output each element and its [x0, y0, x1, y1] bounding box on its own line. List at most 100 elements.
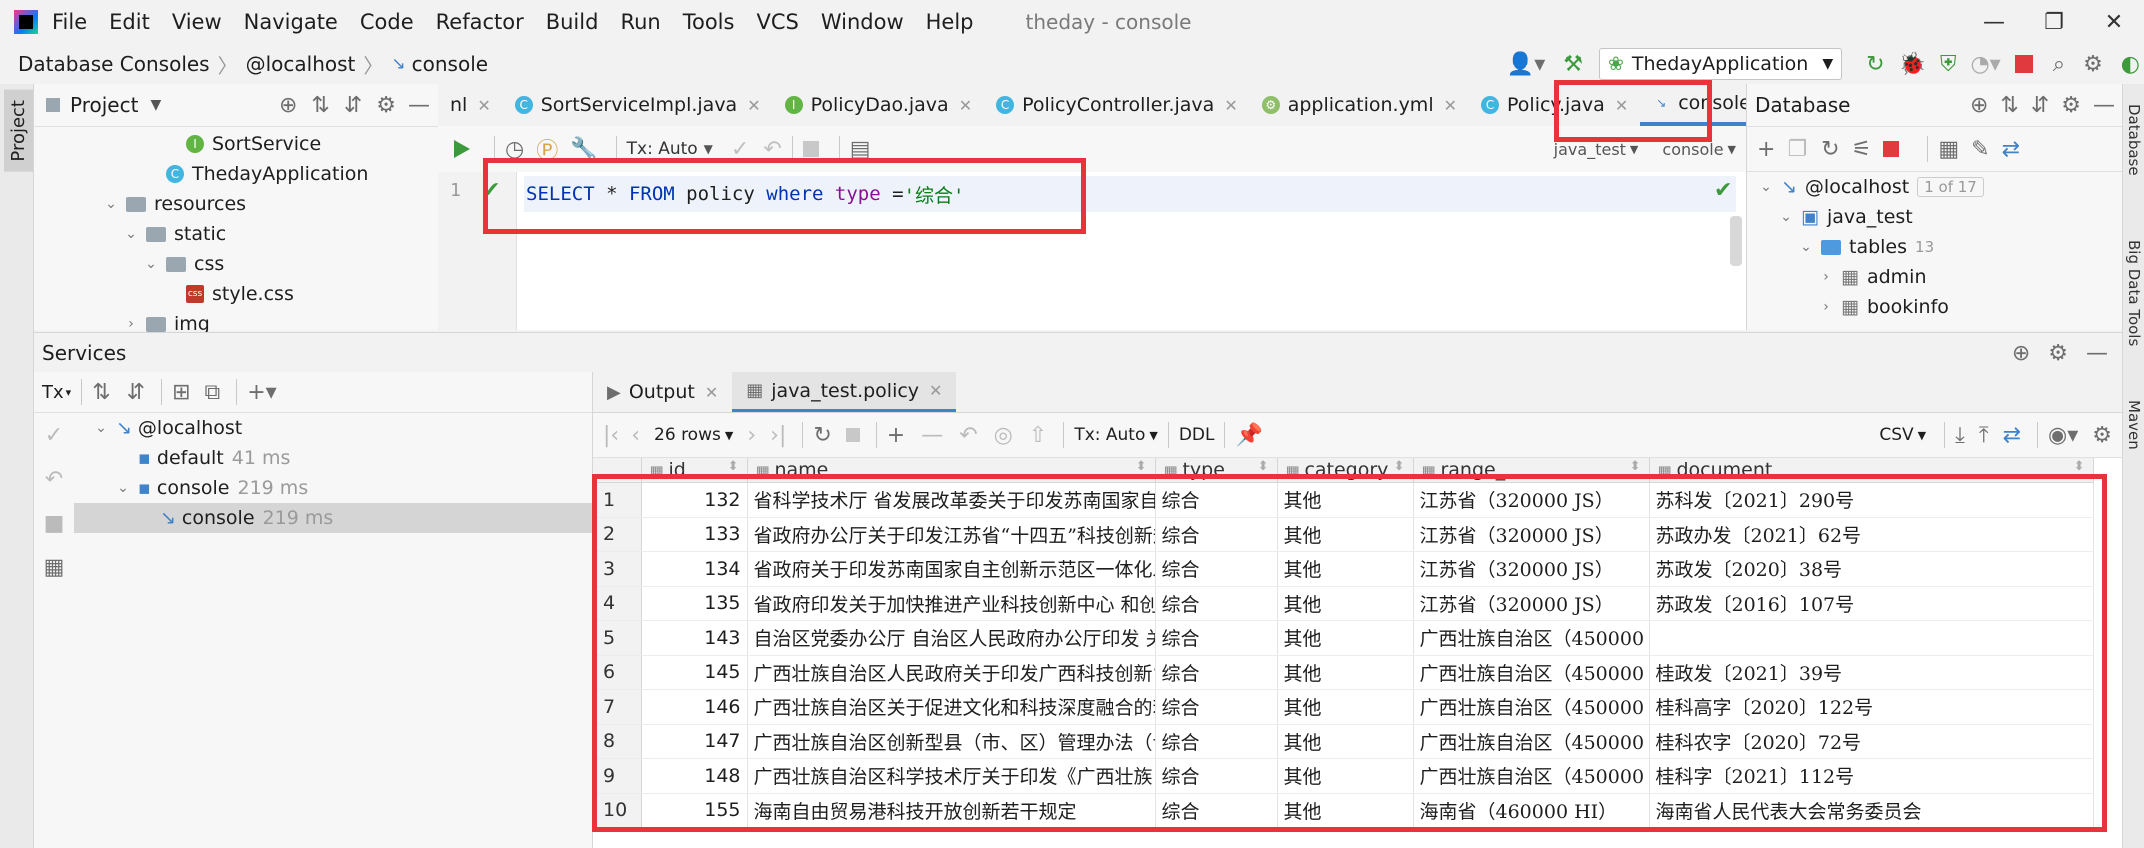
- table-cell[interactable]: 广西壮族自治区人民政府关于印发广西科技创新“十四五”规划的通: [747, 655, 1156, 690]
- table-cell[interactable]: 广西壮族自治区创新型县（市、区）管理办法（试行）: [747, 724, 1156, 759]
- close-tab-icon[interactable]: ✕: [477, 96, 490, 115]
- next-page-icon[interactable]: ›: [747, 423, 756, 448]
- table-cell[interactable]: 143: [641, 620, 748, 656]
- minimize-icon[interactable]: —: [1964, 10, 2024, 35]
- table-cell[interactable]: 江苏省（320000 JS）: [1413, 586, 1650, 621]
- rerun-icon[interactable]: ↻: [1866, 52, 1884, 77]
- table-cell[interactable]: 综合: [1155, 689, 1278, 725]
- table-cell[interactable]: 综合: [1155, 517, 1278, 552]
- maven-tool-tab[interactable]: Maven: [2125, 400, 2143, 450]
- project-tree-item[interactable]: css style.css: [34, 279, 438, 309]
- sort-icon[interactable]: ⬍: [1630, 459, 1641, 474]
- table-cell[interactable]: 其他: [1277, 586, 1414, 621]
- table-cell[interactable]: 综合: [1155, 586, 1278, 621]
- services-tree-item[interactable]: ⌄ ↘ @localhost: [74, 413, 592, 443]
- expand-arrow-icon[interactable]: ⌄: [122, 226, 140, 242]
- collapse-all-icon[interactable]: ⇵: [344, 93, 362, 118]
- table-cell[interactable]: 苏政发〔2016〕107号: [1649, 586, 2094, 621]
- table-cell[interactable]: 江苏省（320000 JS）: [1413, 551, 1650, 587]
- settings-gear-icon[interactable]: ⚙: [2083, 52, 2103, 77]
- sql-query-line[interactable]: SELECT * FROM policy where type = '综合': [524, 176, 1736, 212]
- compare-icon[interactable]: ⇄: [2003, 423, 2021, 448]
- table-cell[interactable]: 省政府印发关于加快推进产业科技创新中心 和创新型省份建设若干: [747, 586, 1156, 621]
- table-cell[interactable]: 广西壮族自治区（450000: [1413, 655, 1650, 690]
- table-cell[interactable]: 132: [641, 482, 748, 518]
- table-cell[interactable]: 145: [641, 655, 748, 690]
- table-row[interactable]: 10 155 海南自由贸易港科技开放创新若干规定 综合 其他 海南省（460000 HI）…: [593, 793, 2094, 828]
- big-data-tools-tab[interactable]: Big Data Tools: [2125, 240, 2143, 346]
- project-title[interactable]: Project: [70, 93, 138, 117]
- table-row[interactable]: 8147广西壮族自治区创新型县（市、区）管理办法（试行）综合其他广西壮族自治区（…: [593, 724, 2094, 759]
- close-tab-icon[interactable]: ✕: [747, 96, 760, 115]
- column-header-document[interactable]: ▦ document ⬍: [1649, 458, 2094, 483]
- table-cell[interactable]: 147: [641, 724, 748, 759]
- previous-page-icon[interactable]: ‹: [631, 423, 640, 448]
- table-cell[interactable]: [1649, 620, 2094, 656]
- menu-build[interactable]: Build: [546, 10, 599, 34]
- locate-icon[interactable]: ⊕: [279, 93, 297, 118]
- table-cell[interactable]: 其他: [1277, 620, 1414, 656]
- table-cell[interactable]: 苏科发〔2021〕290号: [1649, 482, 2094, 518]
- close-tab-icon[interactable]: ✕: [705, 383, 718, 402]
- menu-file[interactable]: File: [52, 10, 87, 34]
- editor-tab[interactable]: C PolicyController.java ✕: [984, 84, 1250, 126]
- menu-refactor[interactable]: Refactor: [436, 10, 524, 34]
- db-tree-table[interactable]: › ▦ bookinfo: [1747, 292, 2123, 322]
- table-cell[interactable]: 综合: [1155, 482, 1278, 518]
- table-row[interactable]: 2133省政府办公厅关于印发江苏省“十四五”科技创新规划的通知综合其他江苏省（3…: [593, 517, 2094, 552]
- table-cell[interactable]: 其他: [1277, 689, 1414, 725]
- coverage-icon[interactable]: ⛨: [1940, 52, 1957, 77]
- close-tab-icon[interactable]: ✕: [1444, 96, 1457, 115]
- expand-arrow-icon[interactable]: ›: [122, 316, 140, 332]
- session-select[interactable]: console: [1662, 140, 1723, 159]
- table-cell[interactable]: 省政府关于印发苏南国家自主创新示范区一体化发展实施方案（20: [747, 551, 1156, 587]
- sort-icon[interactable]: ⬍: [1136, 459, 1147, 474]
- build-hammer-icon[interactable]: ⚒: [1563, 52, 1583, 77]
- group-by-icon[interactable]: ⊞: [172, 380, 190, 405]
- close-tab-icon[interactable]: ✕: [929, 381, 942, 400]
- expand-arrow-icon[interactable]: ⌄: [102, 196, 120, 212]
- table-cell[interactable]: 广西壮族自治区（450000: [1413, 758, 1650, 794]
- editor-tab[interactable]: I PolicyDao.java ✕: [773, 84, 984, 126]
- column-header-type[interactable]: ▦ type ⬍: [1155, 458, 1278, 483]
- table-cell[interactable]: 海南省人民代表大会常务委员会: [1649, 793, 2094, 828]
- project-tree-item[interactable]: ⌄ resources: [34, 189, 438, 219]
- add-icon[interactable]: +▾: [247, 380, 276, 405]
- table-cell[interactable]: 其他: [1277, 793, 1414, 828]
- stop-icon[interactable]: [2014, 55, 2033, 73]
- output-table-icon[interactable]: ▤: [850, 137, 871, 162]
- user-icon[interactable]: 👤▾: [1507, 52, 1545, 77]
- editor-tab[interactable]: nl ✕: [438, 84, 503, 126]
- tx-label[interactable]: Tx: [42, 382, 64, 403]
- refresh-icon[interactable]: ↻: [813, 423, 831, 448]
- table-row[interactable]: 5143自治区党委办公厅 自治区人民政府办公厅印发 关于进一步深化科综合其他广西…: [593, 620, 2094, 656]
- hide-icon[interactable]: —: [2093, 93, 2115, 118]
- row-count-select[interactable]: 26 rows: [654, 425, 721, 445]
- menu-edit[interactable]: Edit: [109, 10, 150, 34]
- table-cell[interactable]: 江苏省（320000 JS）: [1413, 517, 1650, 552]
- table-cell[interactable]: 桂科农字〔2020〕72号: [1649, 724, 2094, 759]
- run-configuration-select[interactable]: ❀ ThedayApplication ▼: [1598, 48, 1843, 80]
- column-header-category[interactable]: ▦ category ⬍: [1277, 458, 1414, 483]
- table-cell[interactable]: 其他: [1277, 655, 1414, 690]
- table-cell[interactable]: 其他: [1277, 551, 1414, 587]
- stop-icon[interactable]: [845, 428, 860, 442]
- close-tab-icon[interactable]: ✕: [1615, 96, 1628, 115]
- table-icon[interactable]: ▦: [1938, 137, 1959, 162]
- profiler-icon[interactable]: ◔▾: [1970, 52, 2000, 77]
- close-window-icon[interactable]: ✕: [2084, 10, 2144, 35]
- locate-icon[interactable]: ⊕: [1970, 93, 1988, 118]
- tx-mode-select[interactable]: Tx: Auto: [1074, 425, 1145, 445]
- last-page-icon[interactable]: ›|: [770, 423, 786, 448]
- project-tree-item[interactable]: C ThedayApplication: [34, 159, 438, 189]
- db-tree-localhost[interactable]: ⌄ ↘ @localhost 1 of 17: [1747, 172, 2123, 202]
- commit-icon[interactable]: ✓: [34, 413, 74, 457]
- add-service-icon[interactable]: ⊕: [2012, 341, 2030, 366]
- tab-result-table[interactable]: ▦ java_test.policy ✕: [732, 372, 957, 412]
- table-cell[interactable]: 江苏省（320000 JS）: [1413, 482, 1650, 518]
- project-tree-item[interactable]: ⌄ static: [34, 219, 438, 249]
- commit-icon[interactable]: ✓: [731, 137, 749, 162]
- expand-arrow-icon[interactable]: ⌄: [1797, 239, 1815, 255]
- services-tree-item[interactable]: ↘ console 219 ms: [74, 503, 592, 533]
- search-icon[interactable]: ⌕: [2053, 52, 2065, 77]
